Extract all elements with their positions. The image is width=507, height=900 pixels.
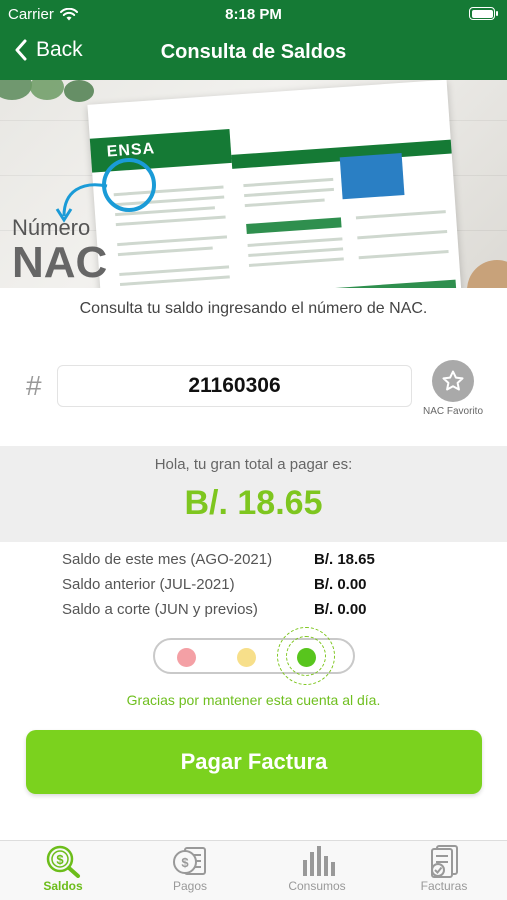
decorative-orb [467, 260, 507, 288]
favorite-circle [432, 360, 474, 402]
tab-label: Pagos [172, 879, 208, 893]
instructions-text: Consulta tu saldo ingresando el número d… [79, 300, 428, 317]
status-message: Gracias por mantener esta cuenta al día. [126, 692, 381, 708]
payments-icon: $ [173, 847, 206, 875]
navigation-bar: Back Consulta de Saldos [0, 28, 507, 78]
consumption-chart-icon [303, 846, 335, 876]
battery-icon [469, 7, 498, 20]
detail-value: B/. 0.00 [314, 576, 367, 593]
svg-text:$: $ [56, 852, 64, 867]
nac-caption-word2: NAC [12, 238, 108, 287]
balance-search-icon: $ [46, 845, 80, 878]
status-dot-green [297, 648, 316, 667]
tab-consumos[interactable]: Consumos [254, 841, 380, 900]
page-title: Consulta de Saldos [160, 41, 347, 63]
status-bar: Carrier 8:18 PM [0, 0, 507, 28]
status-dot-red [177, 648, 196, 667]
account-status-indicator [153, 627, 355, 685]
detail-value: B/. 18.65 [314, 551, 375, 568]
star-icon [442, 370, 464, 391]
total-amount: B/. 18.65 [184, 484, 323, 522]
total-heading: Hola, tu gran total a pagar es: [154, 456, 353, 473]
tab-label: Consumos [288, 879, 346, 893]
svg-text:$: $ [181, 855, 189, 870]
nac-info-banner: ENSA Número NAC [0, 80, 507, 288]
hash-icon: # [26, 370, 42, 401]
tab-label: Saldos [43, 879, 83, 893]
nac-caption: Número NAC [12, 215, 107, 285]
status-dot-yellow [237, 648, 256, 667]
detail-value: B/. 0.00 [314, 601, 367, 618]
tab-label: Facturas [420, 879, 468, 893]
favorite-nac-button[interactable]: NAC Favorito [420, 360, 486, 417]
tab-saldos[interactable]: $ Saldos [0, 841, 126, 900]
nac-input[interactable] [57, 365, 412, 407]
tab-pagos[interactable]: $ Pagos [127, 841, 253, 900]
tab-bar: $ Saldos $ Pagos Consumos Facturas [0, 840, 507, 900]
invoices-icon [431, 845, 458, 878]
clock: 8:18 PM [225, 6, 282, 23]
detail-label: Saldo a corte (JUN y previos) [62, 601, 258, 618]
top-bar: Carrier 8:18 PM Back Consulta de Saldos [0, 0, 507, 80]
detail-label: Saldo anterior (JUL-2021) [62, 576, 235, 593]
pay-invoice-button[interactable]: Pagar Factura [26, 730, 482, 794]
tab-facturas[interactable]: Facturas [381, 841, 507, 900]
total-panel: Hola, tu gran total a pagar es: B/. 18.6… [0, 446, 507, 542]
favorite-label: NAC Favorito [422, 406, 483, 417]
detail-label: Saldo de este mes (AGO-2021) [62, 551, 273, 568]
